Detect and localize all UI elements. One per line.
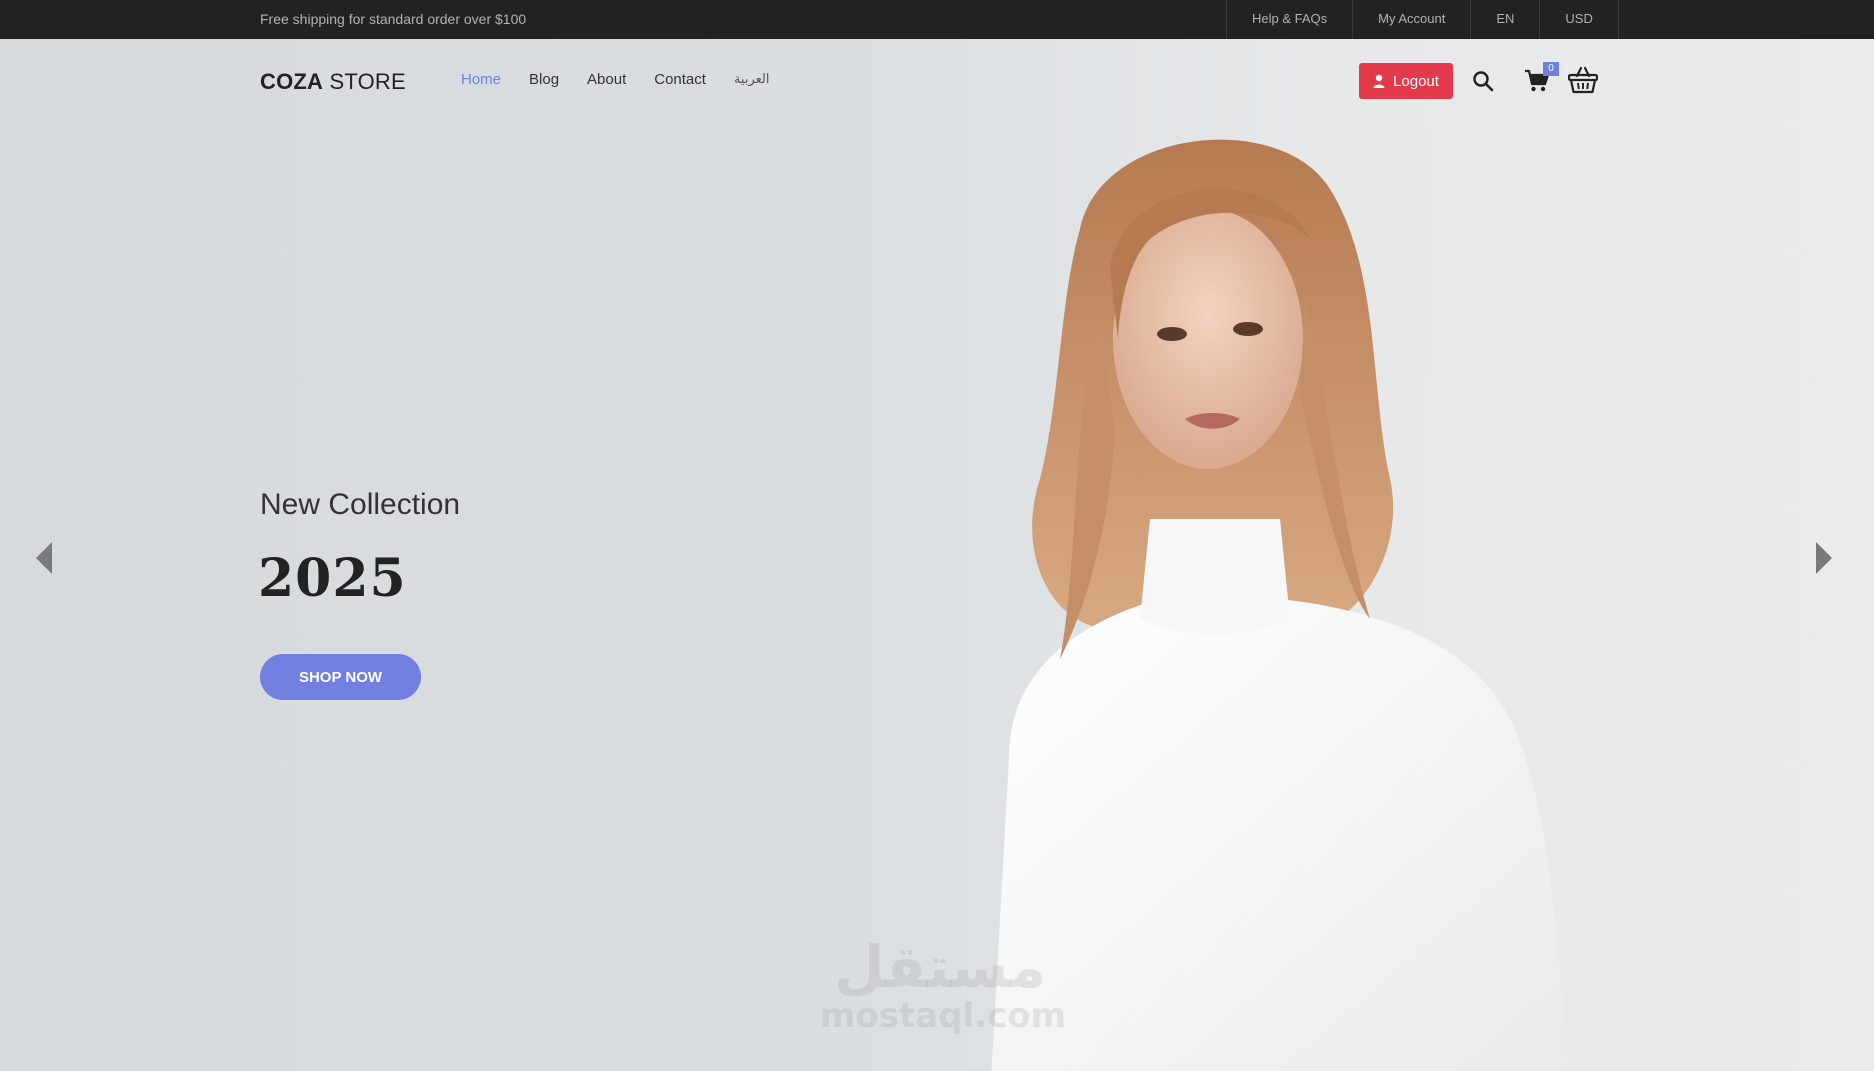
nav-home[interactable]: Home <box>461 71 501 88</box>
watermark-arabic: مستقل <box>833 933 1047 1001</box>
language-selector[interactable]: EN <box>1471 0 1541 39</box>
watermark: مستقل mostaql.com <box>820 933 1067 1036</box>
slide-title: 2025 <box>258 548 407 609</box>
site-header: COZA STORE Home Blog About Contact العرب… <box>0 39 1874 123</box>
top-bar: Free shipping for standard order over $1… <box>0 0 1874 39</box>
logo-rest: STORE <box>323 69 406 94</box>
my-account-link[interactable]: My Account <box>1353 0 1472 39</box>
cart-count-badge: 0 <box>1543 62 1559 76</box>
shop-now-button[interactable]: SHOP NOW <box>260 654 421 700</box>
model-image <box>991 139 1569 1071</box>
search-icon[interactable] <box>1472 70 1494 92</box>
nav-arabic[interactable]: العربية <box>734 71 770 88</box>
slider-next-arrow-icon[interactable] <box>1814 540 1834 576</box>
nav-contact[interactable]: Contact <box>654 71 706 88</box>
nav-about[interactable]: About <box>587 71 626 88</box>
nav-blog[interactable]: Blog <box>529 71 559 88</box>
logout-label: Logout <box>1393 72 1439 90</box>
main-nav: Home Blog About Contact العربية <box>461 71 797 88</box>
site-logo[interactable]: COZA STORE <box>260 69 406 95</box>
top-bar-links: Help & FAQs My Account EN USD <box>1226 0 1619 39</box>
help-faqs-link[interactable]: Help & FAQs <box>1227 0 1354 39</box>
user-icon <box>1373 74 1385 88</box>
shipping-promo: Free shipping for standard order over $1… <box>260 11 527 27</box>
watermark-latin: mostaql.com <box>820 996 1067 1036</box>
slider-prev-arrow-icon[interactable] <box>34 540 54 576</box>
slide-subtitle: New Collection <box>260 488 461 521</box>
logout-button[interactable]: Logout <box>1359 63 1453 99</box>
currency-selector[interactable]: USD <box>1540 0 1619 39</box>
logo-bold: COZA <box>260 69 324 94</box>
basket-icon[interactable] <box>1568 66 1598 94</box>
